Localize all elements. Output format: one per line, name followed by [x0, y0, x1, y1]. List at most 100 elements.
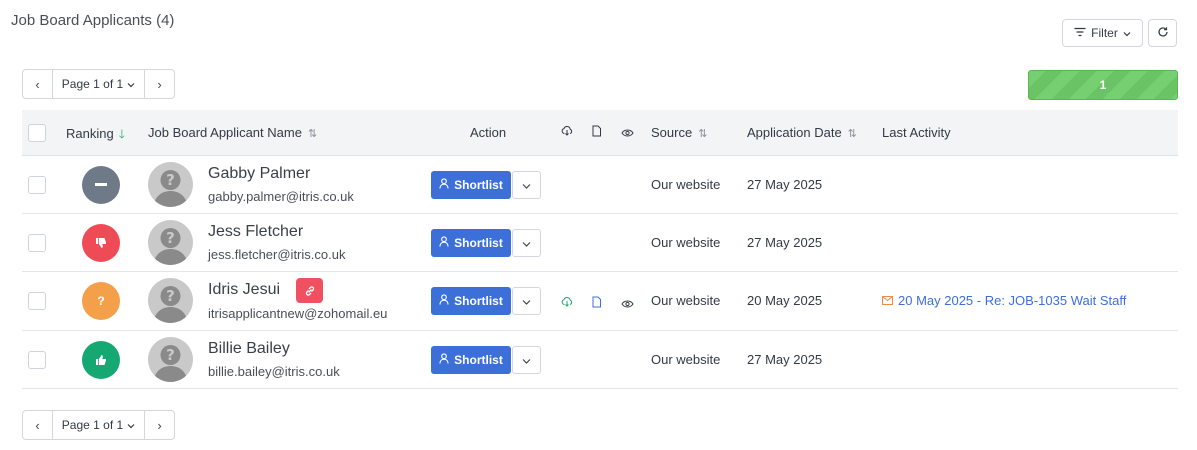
shortlist-group: Shortlist — [431, 229, 541, 257]
user-icon — [439, 236, 449, 250]
last-activity-header: Last Activity — [882, 125, 951, 140]
application-date-cell: 27 May 2025 — [747, 352, 823, 367]
source-cell: Our website — [651, 293, 721, 308]
refresh-icon — [1157, 26, 1169, 41]
applicant-email[interactable]: jess.fletcher@itris.co.uk — [208, 247, 345, 262]
prev-page-button[interactable]: ‹ — [23, 411, 52, 439]
sort-icon: ⇅ — [307, 128, 318, 140]
applicants-table: Ranking 🡓 Job Board Applicant Name ⇅ Actio… — [22, 110, 1178, 389]
sort-icon: ⇅ — [698, 128, 708, 140]
applicant-email[interactable]: gabby.palmer@itris.co.uk — [208, 189, 354, 204]
user-icon — [439, 294, 449, 308]
shortlist-button[interactable]: Shortlist — [431, 287, 511, 315]
name-header[interactable]: Job Board Applicant Name ⇅ — [148, 125, 317, 140]
shortlist-group: Shortlist — [431, 346, 541, 374]
document-icon — [591, 125, 602, 140]
avatar: ? — [148, 278, 193, 323]
svg-text:?: ? — [166, 346, 175, 364]
table-row: ? ? Idris Jesui itrisapplicantnew@zohoma… — [22, 272, 1178, 331]
link-icon[interactable] — [296, 278, 323, 303]
progress-bar: 1 — [1028, 70, 1178, 100]
sort-icon: ⇅ — [847, 128, 857, 140]
next-page-button[interactable]: › — [145, 411, 174, 439]
table-header: Ranking 🡓 Job Board Applicant Name ⇅ Actio… — [22, 110, 1178, 156]
source-cell: Our website — [651, 352, 721, 367]
application-date-header[interactable]: Application Date ⇅ — [747, 125, 857, 140]
row-checkbox[interactable] — [28, 351, 46, 369]
shortlist-button[interactable]: Shortlist — [431, 229, 511, 257]
chevron-down-icon — [522, 176, 531, 194]
avatar: ? — [148, 337, 193, 382]
document-icon[interactable] — [591, 295, 602, 313]
svg-text:?: ? — [166, 287, 175, 305]
select-all-checkbox[interactable] — [28, 124, 46, 142]
shortlist-group: Shortlist — [431, 171, 541, 199]
row-checkbox[interactable] — [28, 292, 46, 310]
chevron-down-icon — [1123, 26, 1131, 40]
user-icon — [439, 178, 449, 192]
page-label: Page 1 of 1 — [61, 418, 124, 432]
applicant-email[interactable]: itrisapplicantnew@zohomail.eu — [208, 306, 387, 321]
page-title: Job Board Applicants (4) — [11, 12, 175, 29]
source-cell: Our website — [651, 235, 721, 250]
next-page-button[interactable]: › — [145, 70, 174, 98]
shortlist-button[interactable]: Shortlist — [431, 171, 511, 199]
ranking-neutral-icon[interactable] — [82, 166, 120, 204]
source-header[interactable]: Source ⇅ — [651, 125, 707, 140]
ranking-thumbs-up-icon[interactable] — [82, 341, 120, 379]
top-actions: Filter — [1062, 19, 1177, 47]
last-activity-link[interactable]: 20 May 2025 - Re: JOB-1035 Wait Staff — [882, 293, 1126, 308]
progress-value: 1 — [1099, 78, 1107, 92]
filter-icon — [1074, 26, 1086, 40]
chevron-down-icon — [127, 77, 135, 91]
shortlist-dropdown-button[interactable] — [512, 287, 541, 315]
ranking-thumbs-down-icon[interactable] — [82, 224, 120, 262]
avatar: ? — [148, 162, 193, 207]
shortlist-dropdown-button[interactable] — [512, 346, 541, 374]
application-date-cell: 27 May 2025 — [747, 235, 823, 250]
chevron-down-icon — [522, 351, 531, 369]
refresh-button[interactable] — [1148, 19, 1177, 47]
pagination-bottom: ‹ Page 1 of 1 › — [22, 410, 175, 440]
chevron-down-icon — [127, 418, 135, 432]
page-select[interactable]: Page 1 of 1 — [52, 70, 145, 98]
pagination-top: ‹ Page 1 of 1 › — [22, 69, 175, 99]
chevron-down-icon — [522, 234, 531, 252]
download-icon — [561, 125, 573, 140]
applicant-name[interactable]: Jess Fletcher — [208, 223, 303, 241]
application-date-cell: 20 May 2025 — [747, 293, 823, 308]
table-row: ? Billie Bailey billie.bailey@itris.co.u… — [22, 331, 1178, 389]
application-date-cell: 27 May 2025 — [747, 177, 823, 192]
page-label: Page 1 of 1 — [61, 77, 124, 91]
ranking-header[interactable]: Ranking 🡓 — [66, 125, 125, 146]
shortlist-button[interactable]: Shortlist — [431, 346, 511, 374]
applicant-name[interactable]: Billie Bailey — [208, 340, 290, 358]
eye-icon[interactable] — [621, 296, 634, 314]
eye-icon — [621, 126, 634, 141]
page-select[interactable]: Page 1 of 1 — [52, 411, 145, 439]
applicant-name[interactable]: Idris Jesui — [208, 281, 280, 299]
shortlist-dropdown-button[interactable] — [512, 171, 541, 199]
shortlist-dropdown-button[interactable] — [512, 229, 541, 257]
svg-text:?: ? — [166, 229, 175, 247]
svg-text:?: ? — [166, 171, 175, 189]
shortlist-group: Shortlist — [431, 287, 541, 315]
filter-label: Filter — [1091, 26, 1118, 40]
user-icon — [439, 353, 449, 367]
filter-button[interactable]: Filter — [1062, 19, 1143, 47]
applicant-name[interactable]: Gabby Palmer — [208, 165, 310, 183]
ranking-unknown-icon[interactable]: ? — [82, 282, 120, 320]
avatar: ? — [148, 220, 193, 265]
table-row: ? Gabby Palmer gabby.palmer@itris.co.uk … — [22, 156, 1178, 214]
download-icon[interactable] — [561, 295, 573, 313]
email-icon — [882, 293, 893, 308]
source-cell: Our website — [651, 177, 721, 192]
sort-desc-icon: 🡓 — [118, 127, 125, 141]
table-row: ? Jess Fletcher jess.fletcher@itris.co.u… — [22, 214, 1178, 272]
action-header: Action — [470, 125, 507, 140]
row-checkbox[interactable] — [28, 234, 46, 252]
applicant-email[interactable]: billie.bailey@itris.co.uk — [208, 364, 340, 379]
prev-page-button[interactable]: ‹ — [23, 70, 52, 98]
chevron-down-icon — [522, 292, 531, 310]
row-checkbox[interactable] — [28, 176, 46, 194]
